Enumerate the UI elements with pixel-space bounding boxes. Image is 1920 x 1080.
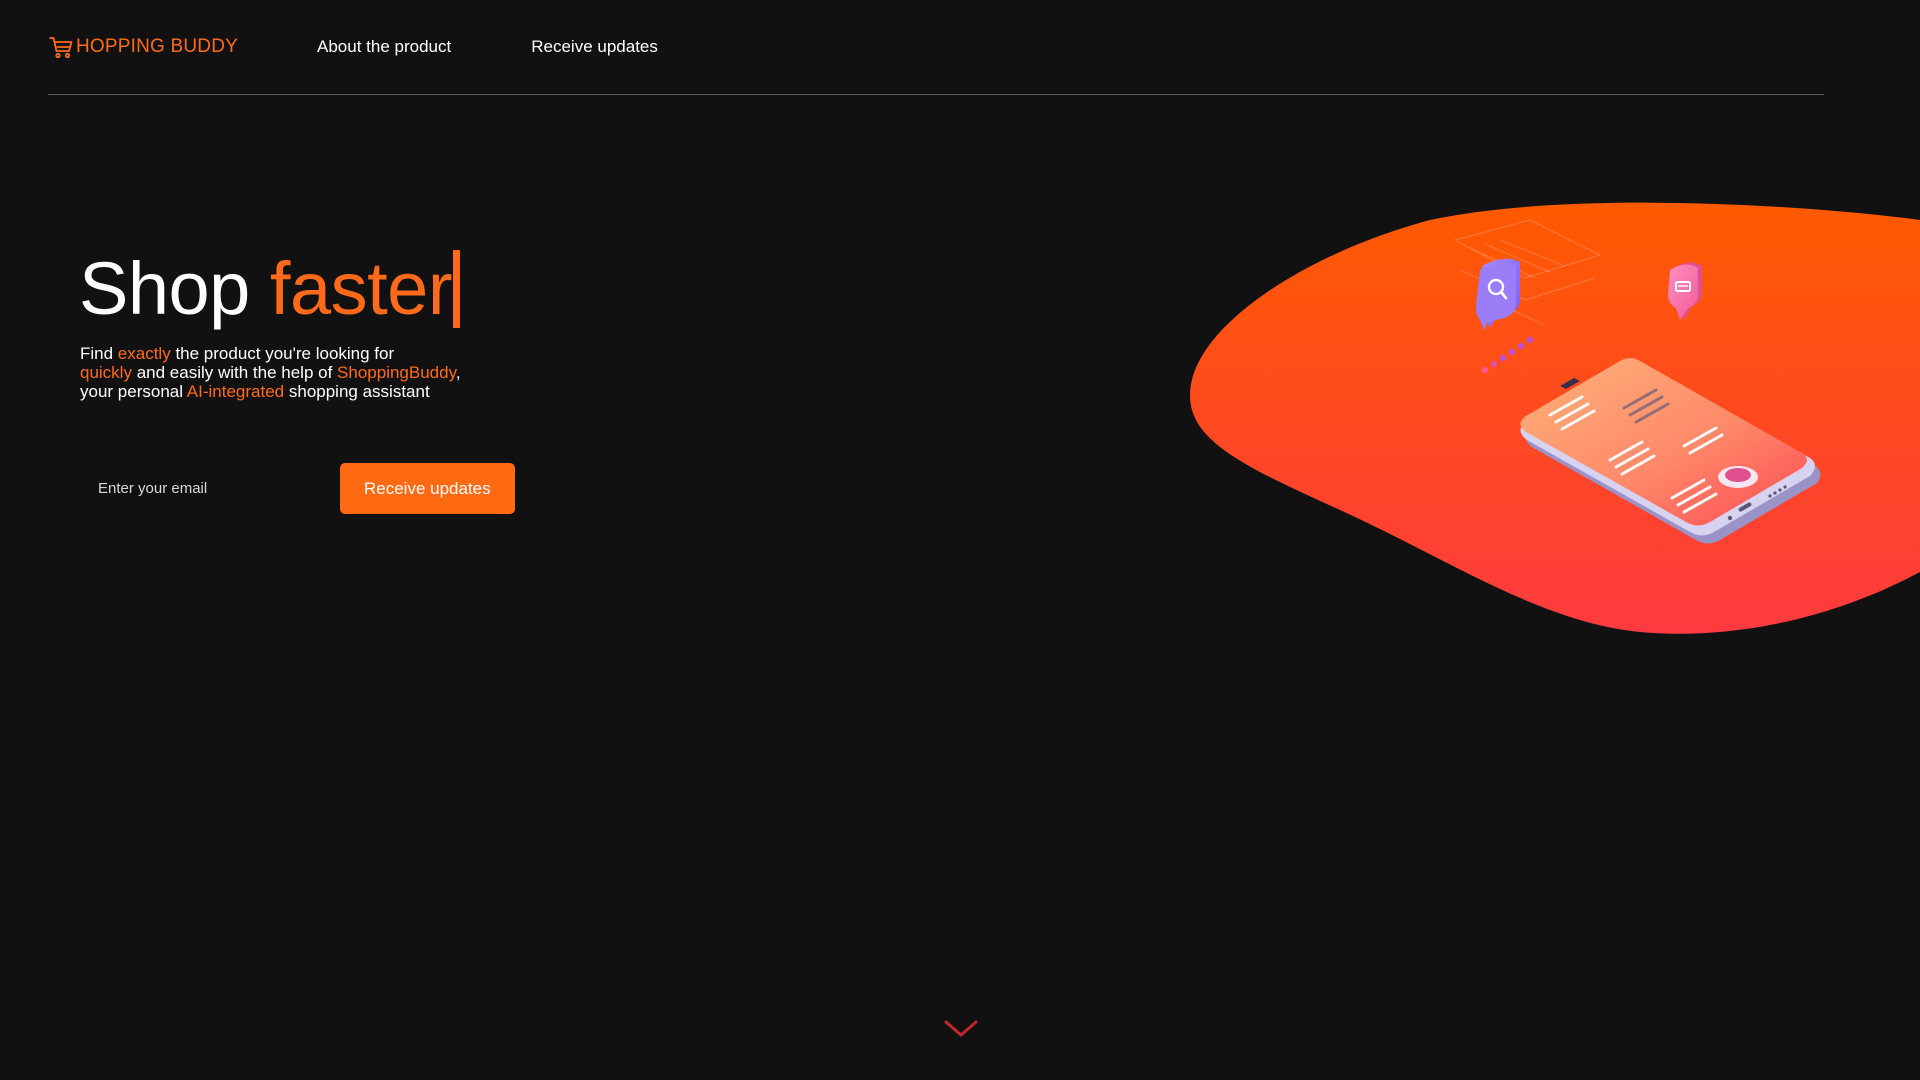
main-nav: About the product Receive updates — [317, 37, 658, 57]
shopping-cart-icon — [48, 34, 74, 60]
email-signup-form: Receive updates — [80, 463, 515, 514]
typing-caret — [452, 250, 460, 328]
nav-link-about-product[interactable]: About the product — [317, 37, 451, 57]
chevron-down-icon — [944, 1020, 978, 1037]
desc-highlight: exactly — [117, 344, 171, 363]
desc-text: shopping assistant — [284, 382, 430, 401]
hero-description: Find exactly the product you're looking … — [80, 344, 461, 401]
email-input[interactable] — [80, 463, 330, 514]
hero-title-main: Shop — [79, 247, 250, 330]
desc-text: and easily with the help of — [131, 363, 338, 382]
desc-text: the product you're looking for — [170, 344, 395, 363]
desc-text: , — [455, 363, 461, 382]
desc-text: Find — [80, 344, 118, 363]
scroll-down-button[interactable] — [943, 1018, 979, 1040]
top-navigation-bar: HOPPING BUDDY About the product Receive … — [48, 0, 1824, 95]
receive-updates-button[interactable]: Receive updates — [340, 463, 515, 514]
desc-highlight: ShoppingBuddy — [337, 363, 456, 382]
hero-title-accent: faster — [269, 247, 453, 330]
desc-text: your personal — [80, 382, 187, 401]
brand-name: HOPPING BUDDY — [76, 36, 239, 57]
nav-link-receive-updates[interactable]: Receive updates — [531, 37, 658, 57]
desc-highlight: AI-integrated — [186, 382, 285, 401]
hero-title: Shop faster — [79, 250, 460, 328]
desc-highlight: quickly — [80, 363, 132, 382]
hero-illustration — [1190, 200, 1920, 640]
landing-page: HOPPING BUDDY About the product Receive … — [0, 0, 1920, 1080]
brand-logo-link[interactable]: HOPPING BUDDY — [48, 34, 238, 60]
